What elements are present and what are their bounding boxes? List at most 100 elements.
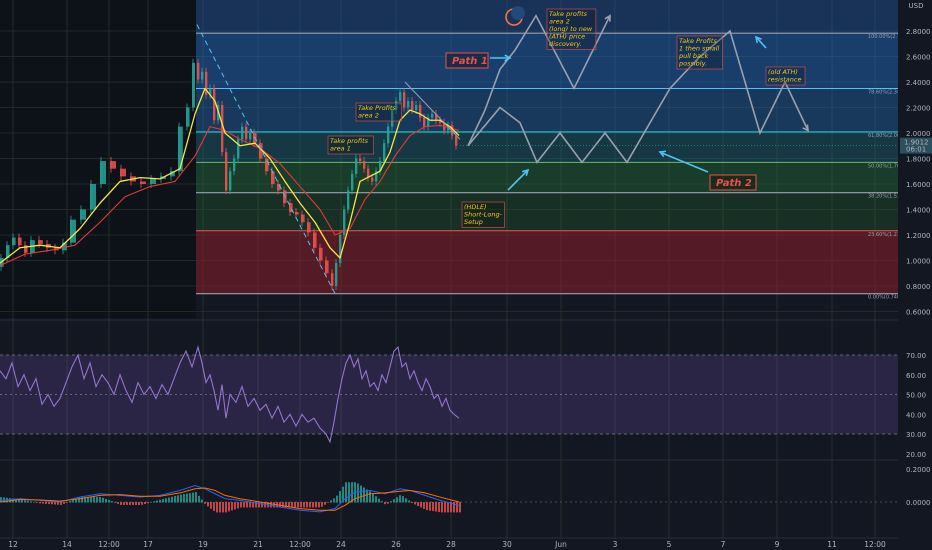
macd-histogram-bar — [135, 502, 137, 505]
macd-histogram-bar — [357, 483, 359, 503]
macd-histogram-bar — [120, 502, 122, 505]
time-tick-label: 7 — [721, 540, 726, 549]
candle — [295, 212, 299, 215]
macd-histogram-bar — [180, 494, 182, 503]
macd-histogram-bar — [270, 502, 272, 508]
macd-histogram-bar — [306, 502, 308, 508]
macd-histogram-bar — [183, 494, 185, 503]
macd-histogram-bar — [132, 502, 134, 505]
pre-fib-shade — [0, 0, 196, 318]
macd-histogram-bar — [165, 498, 167, 503]
currency-label: USD — [909, 2, 924, 10]
time-tick-label: 5 — [667, 540, 672, 549]
time-tick-label: 26 — [391, 540, 401, 549]
fib-zone — [196, 88, 898, 132]
macd-histogram-bar — [186, 493, 188, 503]
price-tick-label: 2.2000 — [906, 105, 931, 113]
macd-histogram-bar — [39, 502, 41, 504]
fib-zone — [196, 131, 898, 163]
macd-histogram-bar — [147, 502, 149, 504]
macd-histogram-bar — [375, 496, 377, 503]
time-tick-label: 21 — [253, 540, 263, 549]
macd-histogram-bar — [447, 502, 449, 513]
macd-histogram-bar — [429, 502, 431, 511]
candle — [192, 62, 195, 108]
macd-histogram-bar — [333, 498, 335, 503]
macd-histogram-bar — [204, 502, 206, 504]
price-tick-label: 1.2000 — [906, 232, 931, 240]
macd-histogram-bar — [300, 502, 302, 508]
macd-histogram-bar — [216, 502, 218, 513]
macd-histogram-bar — [312, 502, 314, 508]
candle — [265, 158, 269, 172]
time-tick-label: Jun — [554, 540, 567, 549]
macd-histogram-bar — [411, 502, 413, 503]
time-tick-label: 9 — [775, 540, 780, 549]
macd-histogram-bar — [24, 500, 26, 503]
price-tick-label: 2.4000 — [906, 79, 931, 87]
macd-histogram-bar — [159, 499, 161, 503]
macd-histogram-bar — [459, 502, 461, 513]
macd-histogram-bar — [69, 501, 71, 503]
macd-histogram-bar — [207, 502, 209, 507]
macd-histogram-bar — [168, 497, 170, 503]
macd-histogram-bar — [441, 502, 443, 513]
macd-histogram-bar — [426, 502, 428, 511]
macd-histogram-bar — [225, 502, 227, 513]
macd-histogram-bar — [303, 502, 305, 508]
macd-histogram-bar — [321, 502, 323, 507]
rsi-tick-label: 20.00 — [906, 451, 926, 459]
macd-histogram-bar — [126, 502, 128, 505]
macd-histogram-bar — [318, 502, 320, 508]
rsi-tick-label: 70.00 — [906, 352, 926, 360]
macd-histogram-bar — [297, 502, 299, 508]
price-tick-label: 2.8000 — [906, 28, 931, 36]
macd-histogram-bar — [174, 496, 176, 503]
macd-histogram-bar — [177, 495, 179, 503]
macd-histogram-bar — [66, 502, 68, 503]
candle — [186, 107, 190, 127]
macd-histogram-bar — [402, 496, 404, 503]
path1-label: Path 1 — [452, 56, 488, 67]
macd-histogram-bar — [378, 498, 380, 503]
rsi-tick-label: 50.00 — [906, 392, 926, 400]
macd-histogram-bar — [57, 502, 59, 505]
macd-histogram-bar — [201, 499, 203, 503]
price-tick-label: 2.6000 — [906, 54, 931, 62]
macd-histogram-bar — [213, 502, 215, 511]
time-tick-label: 24 — [336, 540, 346, 549]
price-tick-label: 1.0000 — [906, 258, 931, 266]
macd-histogram-bar — [423, 502, 425, 509]
price-tick-label: 1.6000 — [906, 181, 931, 189]
annotation-text: area 2 — [358, 112, 379, 120]
macd-histogram-bar — [48, 502, 50, 505]
time-axis-bg — [0, 539, 932, 550]
macd-histogram-bar — [324, 502, 326, 505]
price-chart[interactable]: 100.00%(2.7827)78.60%(2.3491)61.80%(2.00… — [0, 0, 932, 550]
time-tick-label: 14 — [62, 540, 72, 549]
rsi-tick-label: 40.00 — [906, 411, 926, 419]
macd-histogram-bar — [348, 482, 350, 503]
macd-histogram-bar — [345, 482, 347, 503]
macd-histogram-bar — [222, 502, 224, 513]
macd-histogram-bar — [408, 500, 410, 503]
macd-histogram-bar — [417, 502, 419, 506]
macd-histogram-bar — [231, 502, 233, 511]
price-tick-label: 0.8000 — [906, 283, 931, 291]
price-tick-label: 1.4000 — [906, 207, 931, 215]
macd-histogram-bar — [360, 485, 362, 503]
macd-histogram-bar — [99, 497, 101, 503]
time-tick-label: 19 — [198, 540, 208, 549]
macd-histogram-bar — [63, 502, 65, 504]
macd-histogram-bar — [381, 501, 383, 503]
price-tick-label: 2.0000 — [906, 130, 931, 138]
macd-histogram-bar — [189, 493, 191, 503]
macd-histogram-bar — [258, 502, 260, 508]
annotation-text: area 1 — [330, 145, 351, 153]
macd-histogram-bar — [90, 497, 92, 503]
macd-histogram-bar — [93, 497, 95, 503]
chart-root: 100.00%(2.7827) 78.60%(2.3491) 61.80%(2.00… — [0, 0, 932, 550]
macd-histogram-bar — [405, 498, 407, 503]
annotation-text: Setup — [464, 218, 483, 226]
macd-histogram-bar — [171, 496, 173, 503]
